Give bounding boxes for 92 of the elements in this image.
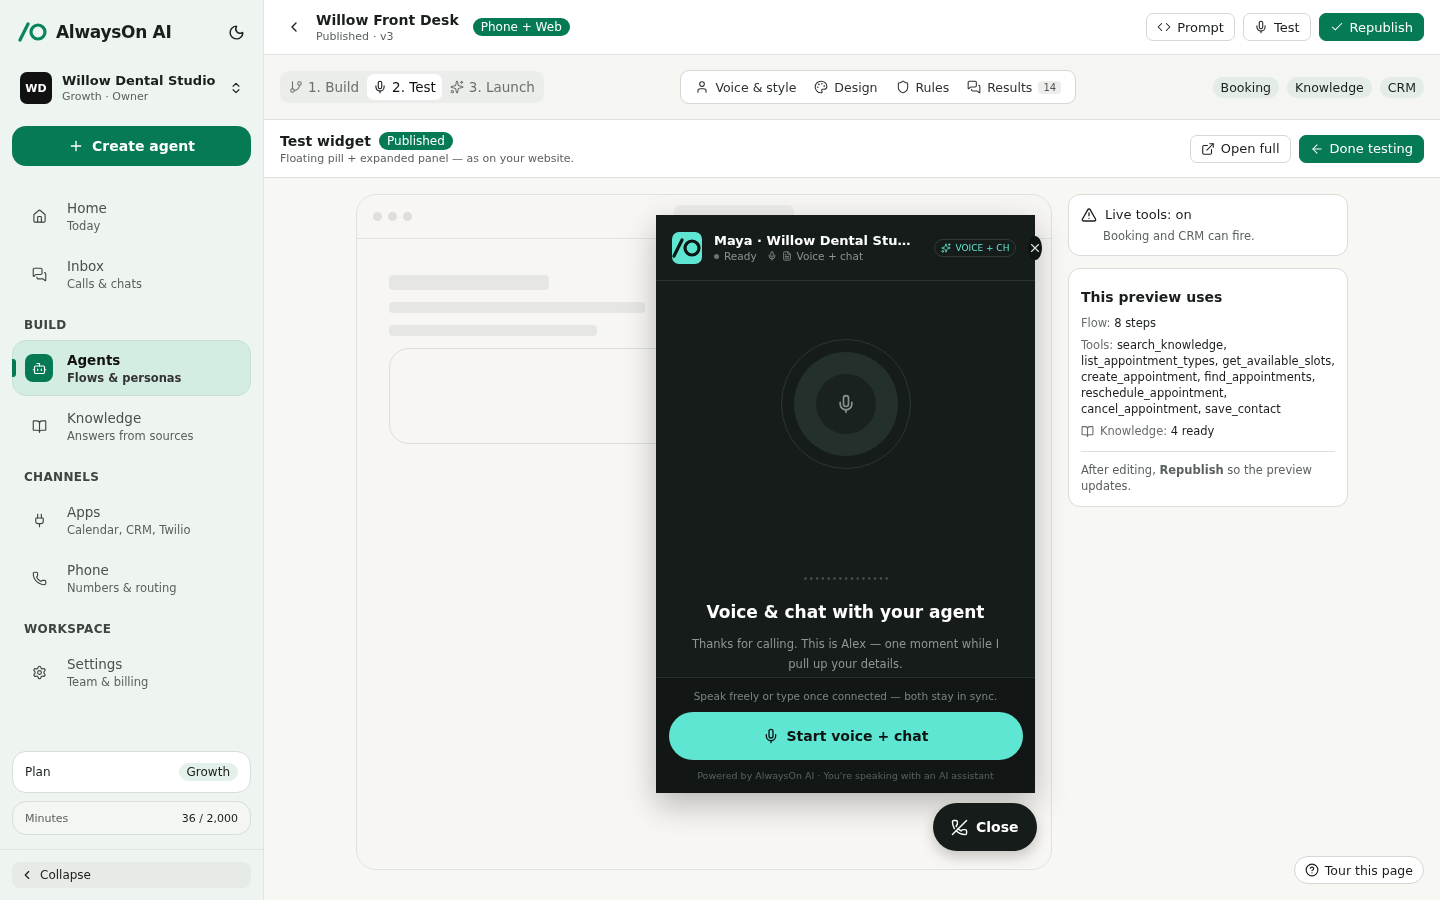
republish-note: After editing, Republish so the preview updates. bbox=[1081, 462, 1313, 494]
chat-bubbles-icon bbox=[31, 266, 47, 282]
agent-version: · v3 bbox=[372, 29, 394, 43]
sparkles-icon bbox=[941, 242, 952, 253]
settings-tab[interactable]: Rules bbox=[889, 75, 956, 99]
microphone-icon bbox=[373, 80, 388, 94]
code-icon bbox=[1157, 20, 1172, 34]
nav-item[interactable]: Inbox Calls & chats bbox=[12, 246, 251, 302]
help-icon bbox=[1304, 863, 1319, 877]
book-icon bbox=[31, 418, 47, 434]
section-button[interactable]: Open full bbox=[1189, 134, 1291, 163]
settings-tab[interactable]: Design bbox=[808, 75, 884, 99]
shield-icon bbox=[895, 80, 910, 94]
nav-section-heading: BUILD bbox=[23, 317, 68, 334]
tour-button[interactable]: Tour this page bbox=[1293, 856, 1424, 884]
moon-icon[interactable] bbox=[228, 23, 245, 41]
close-pill-button[interactable]: Close bbox=[933, 803, 1037, 851]
window-dot bbox=[373, 212, 382, 221]
logo-mark-icon bbox=[672, 237, 702, 258]
published-badge: Published bbox=[379, 132, 453, 150]
settings-tab[interactable]: Voice & style bbox=[689, 75, 803, 99]
plan-badge: Growth bbox=[178, 763, 238, 781]
collapse-button[interactable]: Collapse bbox=[12, 862, 251, 888]
robot-icon bbox=[31, 360, 47, 376]
widget-heading: Voice & chat with your agent bbox=[706, 602, 985, 622]
widget-footer: Powered by AlwaysOn AI · You're speaking with an AI assistant bbox=[697, 770, 994, 781]
phone-off-icon bbox=[951, 818, 968, 836]
nav-item[interactable]: Agents Flows & personas bbox=[12, 340, 251, 396]
microphone-icon bbox=[1253, 20, 1268, 34]
nav-item[interactable]: Apps Calendar, CRM, Twilio bbox=[12, 492, 251, 548]
widget-mode: Voice + chat bbox=[796, 250, 863, 262]
live-tools-text: Booking and CRM can fire. bbox=[1102, 229, 1256, 243]
step-tab[interactable]: 2. Test bbox=[367, 74, 442, 100]
count-badge: 14 bbox=[1038, 80, 1062, 94]
sparkles-icon bbox=[449, 80, 464, 94]
warning-icon bbox=[1081, 207, 1097, 223]
live-tools-title: Live tools: on bbox=[1105, 207, 1192, 223]
nav-section-heading: WORKSPACE bbox=[23, 621, 113, 638]
palette-icon bbox=[814, 80, 829, 94]
workspace-role: Growth · Owner bbox=[62, 90, 150, 103]
settings-tab[interactable]: Results 14 bbox=[961, 75, 1068, 99]
document-icon bbox=[781, 251, 792, 261]
plan-label: Plan bbox=[25, 765, 51, 779]
integration-tag[interactable]: Knowledge bbox=[1287, 76, 1372, 98]
header-button[interactable]: Test bbox=[1242, 13, 1311, 41]
book-icon bbox=[1081, 424, 1094, 438]
external-link-icon bbox=[1200, 141, 1215, 156]
knowledge-status: Knowledge: 4 ready bbox=[1100, 423, 1215, 439]
section-title: Test widget bbox=[280, 133, 372, 149]
minutes-label: Minutes bbox=[25, 811, 69, 825]
create-agent-button[interactable]: Create agent bbox=[12, 126, 251, 166]
branch-icon bbox=[289, 80, 303, 94]
agent-status: Published bbox=[316, 29, 369, 43]
preview-detail: Flow: 8 steps bbox=[1081, 315, 1157, 331]
integration-tag[interactable]: Booking bbox=[1212, 76, 1280, 98]
widget-status: Ready bbox=[714, 250, 757, 262]
check-icon bbox=[1329, 20, 1344, 34]
microphone-icon bbox=[766, 251, 777, 261]
brand-name: AlwaysOn AI bbox=[56, 22, 172, 42]
nav-item[interactable]: Home Today bbox=[12, 188, 251, 244]
home-icon bbox=[31, 208, 47, 224]
header-button[interactable]: Prompt bbox=[1146, 13, 1235, 41]
widget-agent-name: Maya · Willow Dental Stu… bbox=[714, 233, 911, 248]
nav-item[interactable]: Phone Numbers & routing bbox=[12, 550, 251, 606]
widget-hint: Speak freely or type once connected — both stay in sync. bbox=[693, 690, 998, 702]
person-icon bbox=[695, 80, 710, 94]
window-dot bbox=[403, 212, 412, 221]
step-tab[interactable]: 3. Launch bbox=[443, 74, 541, 100]
nav-item[interactable]: Knowledge Answers from sources bbox=[12, 398, 251, 454]
nav-item[interactable]: Settings Team & billing bbox=[12, 644, 251, 700]
nav-section-heading: CHANNELS bbox=[23, 469, 101, 486]
agent-title: Willow Front Desk bbox=[316, 11, 459, 28]
arrow-left-icon bbox=[1309, 141, 1324, 156]
brand-logo bbox=[18, 22, 48, 42]
window-dot bbox=[388, 212, 397, 221]
preview-detail: Tools: search_knowledge, list_appointment_types, get_available_slots, create_appointment, find_appointments, reschedule_appointment, cancel_appointment, save_contact bbox=[1081, 337, 1335, 417]
step-tab[interactable]: 1. Build bbox=[283, 74, 366, 100]
workspace-name: Willow Dental Studio bbox=[62, 73, 217, 88]
section-subtitle: Floating pill + expanded panel — as on your website. bbox=[280, 152, 575, 165]
integration-tag[interactable]: CRM bbox=[1379, 76, 1424, 98]
preview-title: This preview uses bbox=[1081, 289, 1224, 305]
section-button[interactable]: Done testing bbox=[1298, 134, 1424, 163]
channel-badge: Phone + Web bbox=[472, 18, 570, 36]
agent-message: Thanks for calling. This is Alex — one moment while I pull up your details. bbox=[690, 636, 1001, 673]
workspace-avatar: WD bbox=[20, 72, 52, 104]
start-button[interactable]: Start voice + chat bbox=[668, 712, 1023, 760]
chat-bubbles-icon bbox=[967, 80, 982, 94]
close-button[interactable] bbox=[1028, 235, 1043, 260]
phone-icon bbox=[31, 570, 47, 586]
settings-icon bbox=[31, 664, 47, 680]
header-button[interactable]: Republish bbox=[1318, 13, 1424, 41]
minutes-value: 36 / 2,000 bbox=[181, 811, 238, 825]
